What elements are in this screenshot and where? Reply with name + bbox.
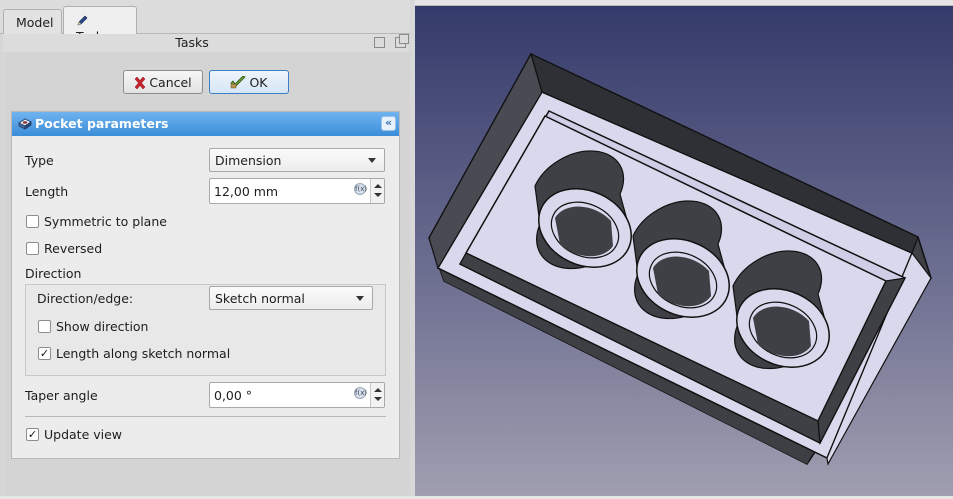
ok-button[interactable]: OK (209, 70, 289, 94)
pocket-parameters-title: Pocket parameters (35, 116, 169, 131)
tasks-dock-title: Tasks (175, 35, 209, 50)
taper-angle-value: 0,00 ° (214, 388, 253, 403)
step-down-icon[interactable] (374, 397, 382, 401)
red-x-icon (134, 77, 146, 89)
tab-model-label: Model (16, 15, 54, 30)
direction-edge-label: Direction/edge: (37, 291, 134, 306)
cancel-label: Cancel (149, 75, 192, 90)
reversed-label: Reversed (44, 241, 103, 256)
taper-stepper[interactable] (370, 383, 384, 407)
type-combobox[interactable]: Dimension (209, 148, 385, 172)
direction-label: Direction (25, 266, 82, 281)
tab-model[interactable]: Model (3, 9, 62, 35)
chevron-down-icon (368, 158, 376, 163)
taper-angle-spinbox[interactable]: 0,00 ° f(x) (209, 382, 385, 408)
step-down-icon[interactable] (374, 193, 382, 197)
dock-float-icon[interactable] (374, 37, 385, 48)
cancel-button[interactable]: Cancel (123, 70, 203, 94)
pencil-icon (77, 15, 88, 26)
chevron-down-icon (356, 296, 364, 301)
divider (25, 416, 386, 417)
length-value: 12,00 mm (214, 184, 279, 199)
type-label: Type (25, 153, 54, 168)
symmetric-checkbox[interactable] (26, 215, 39, 228)
fx-expression-icon[interactable]: f(x) (354, 183, 367, 195)
taper-angle-label: Taper angle (25, 388, 98, 403)
step-up-icon[interactable] (374, 184, 382, 188)
ok-label: OK (249, 75, 268, 90)
pocket-icon (18, 118, 32, 130)
direction-edge-value: Sketch normal (215, 291, 305, 306)
double-chevron-up-icon[interactable]: « (381, 116, 396, 131)
direction-edge-combobox[interactable]: Sketch normal (209, 286, 373, 310)
step-up-icon[interactable] (374, 388, 382, 392)
length-stepper[interactable] (370, 179, 384, 203)
green-check-icon (230, 76, 247, 89)
update-view-checkbox[interactable]: ✓ (26, 428, 39, 441)
fx-expression-icon[interactable]: f(x) (354, 387, 367, 399)
type-value: Dimension (215, 153, 282, 168)
combo-view-tabbar: Model Tasks (0, 0, 410, 44)
reversed-checkbox[interactable] (26, 242, 39, 255)
pocketed-block-model[interactable] (415, 6, 953, 496)
length-spinbox[interactable]: 12,00 mm f(x) (209, 178, 385, 204)
pocket-parameters-header[interactable]: Pocket parameters « (12, 112, 399, 136)
update-view-label: Update view (44, 427, 123, 442)
show-direction-label: Show direction (56, 319, 149, 334)
symmetric-label: Symmetric to plane (44, 214, 167, 229)
3d-viewport[interactable] (415, 6, 953, 496)
length-label: Length (25, 184, 69, 199)
combo-view-panel: Model Tasks Tasks Cancel OK (0, 0, 410, 496)
along-normal-checkbox[interactable]: ✓ (38, 347, 51, 360)
tab-tasks[interactable]: Tasks (63, 6, 137, 44)
show-direction-checkbox[interactable] (38, 320, 51, 333)
along-normal-label: Length along sketch normal (56, 346, 231, 361)
dock-restore-icon[interactable] (395, 34, 409, 48)
tasks-dock-titlebar: Tasks (3, 34, 409, 52)
